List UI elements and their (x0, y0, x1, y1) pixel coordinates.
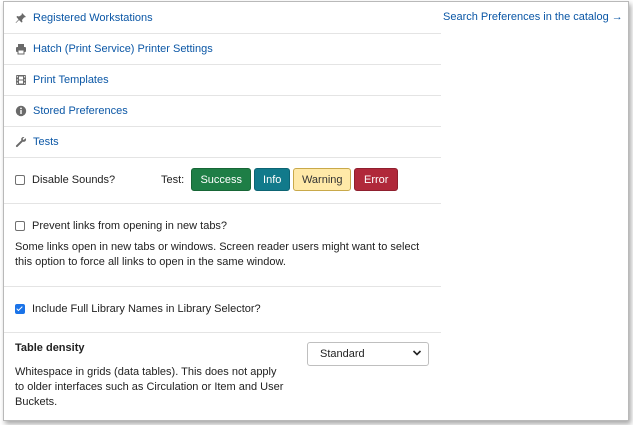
nav-link-stored-preferences[interactable]: Stored Preferences (33, 105, 128, 117)
test-warning-button[interactable]: Warning (293, 168, 352, 191)
disable-sounds-label: Disable Sounds? (32, 174, 116, 186)
preferences-panel: Registered Workstations Hatch (Print Ser… (3, 1, 629, 421)
nav-link-registered-workstations[interactable]: Registered Workstations (33, 12, 153, 24)
disable-sounds-row[interactable]: Disable Sounds? (15, 174, 115, 186)
sound-test-bar: Test: Success Info Warning Error (161, 168, 399, 191)
nav-link-tests[interactable]: Tests (33, 136, 59, 148)
table-density-select[interactable]: Standard (307, 342, 429, 366)
table-density-heading: Table density (15, 342, 85, 354)
film-icon (15, 74, 27, 86)
test-error-button[interactable]: Error (354, 168, 399, 191)
prevent-new-tabs-row[interactable]: Prevent links from opening in new tabs? (15, 220, 227, 232)
pin-icon (15, 12, 27, 24)
sounds-section: Disable Sounds? Test: Success Info Warni… (4, 158, 441, 204)
nav-item-print-templates[interactable]: Print Templates (4, 65, 441, 96)
nav-item-stored-preferences[interactable]: Stored Preferences (4, 96, 441, 127)
chevron-down-icon (412, 348, 422, 358)
prevent-new-tabs-checkbox[interactable] (15, 221, 25, 231)
test-info-button[interactable]: Info (254, 168, 291, 191)
table-density-description: Whitespace in grids (data tables). This … (15, 366, 284, 408)
sound-test-label: Test: (161, 173, 185, 186)
nav-link-printer-settings[interactable]: Hatch (Print Service) Printer Settings (33, 43, 213, 55)
library-names-section: Include Full Library Names in Library Se… (4, 287, 441, 333)
table-density-selected: Standard (320, 348, 365, 360)
prevent-new-tabs-label: Prevent links from opening in new tabs? (32, 220, 228, 232)
catalog-preferences-link[interactable]: Search Preferences in the catalog → (443, 11, 623, 23)
nav-item-registered-workstations[interactable]: Registered Workstations (4, 2, 441, 34)
printer-icon (15, 43, 27, 55)
full-library-names-checkbox[interactable] (15, 304, 25, 314)
nav-item-printer-settings[interactable]: Hatch (Print Service) Printer Settings (4, 34, 441, 65)
info-circle-icon (15, 105, 27, 117)
wrench-icon (15, 136, 27, 148)
full-library-names-label: Include Full Library Names in Library Se… (32, 303, 261, 315)
full-library-names-row[interactable]: Include Full Library Names in Library Se… (15, 303, 261, 315)
links-pref-section: Prevent links from opening in new tabs? … (4, 204, 441, 287)
nav-item-tests[interactable]: Tests (4, 127, 441, 158)
disable-sounds-checkbox[interactable] (15, 175, 25, 185)
prevent-new-tabs-description: Some links open in new tabs or windows. … (15, 241, 420, 268)
test-success-button[interactable]: Success (191, 168, 252, 191)
nav-link-print-templates[interactable]: Print Templates (33, 74, 109, 86)
